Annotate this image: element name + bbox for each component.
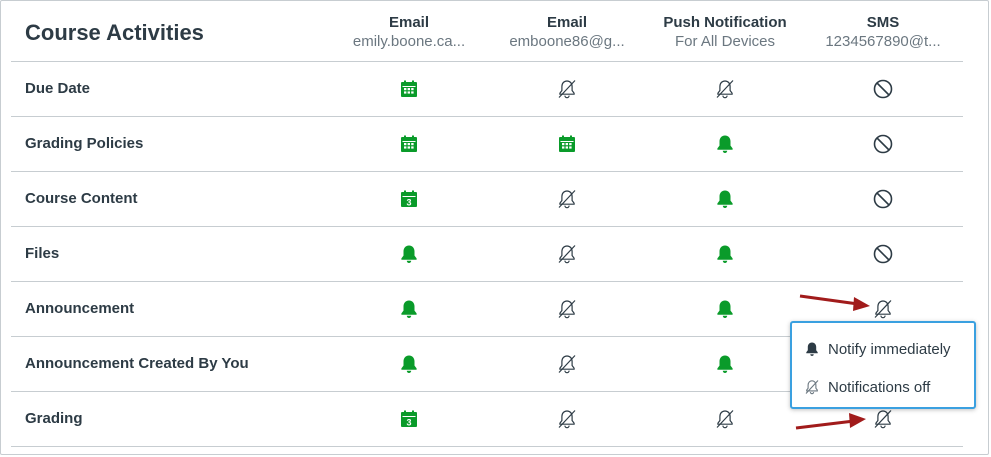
bell-icon[interactable] [713, 132, 737, 156]
column-header-email-1: Email emily.boone.ca... [339, 14, 479, 52]
activity-label: Grading Policies [25, 135, 144, 152]
bell-off-icon[interactable] [871, 407, 895, 431]
bell-off-icon[interactable] [713, 407, 737, 431]
column-title: SMS [866, 14, 900, 31]
calendar-weekly-icon[interactable] [397, 77, 421, 101]
row-divider [11, 61, 963, 62]
calendar-daily-icon[interactable]: 3 [397, 187, 421, 211]
bell-icon[interactable] [713, 187, 737, 211]
row-divider [11, 116, 963, 117]
menu-item-notifications-off[interactable]: Notifications off [804, 375, 930, 399]
column-title: Email [388, 14, 430, 31]
bell-off-icon[interactable] [555, 297, 579, 321]
bell-icon[interactable] [397, 242, 421, 266]
column-title: Push Notification [663, 14, 787, 31]
column-header-push: Push Notification For All Devices [655, 14, 795, 52]
calendar-weekly-icon[interactable] [397, 132, 421, 156]
row-divider [11, 226, 963, 227]
calendar-weekly-icon[interactable] [555, 132, 579, 156]
disabled-icon[interactable] [871, 242, 895, 266]
bell-off-icon[interactable] [555, 242, 579, 266]
bell-icon[interactable] [397, 352, 421, 376]
row-divider [11, 281, 963, 282]
menu-item-label: Notify immediately [828, 340, 951, 358]
bell-icon [804, 340, 822, 358]
menu-item-label: Notifications off [828, 378, 931, 396]
column-title: Email [546, 14, 588, 31]
bell-off-icon[interactable] [555, 352, 579, 376]
notification-frequency-menu: Notify immediately Notifications off [790, 321, 976, 409]
activity-label: Grading [25, 410, 83, 427]
bell-off-icon [804, 378, 822, 396]
page-title: Course Activities [25, 20, 204, 45]
activity-label: Files [25, 245, 60, 262]
disabled-icon[interactable] [871, 132, 895, 156]
column-subtitle: emboone86@g... [509, 33, 625, 50]
bell-icon[interactable] [713, 352, 737, 376]
column-subtitle: emily.boone.ca... [352, 33, 466, 50]
activity-label: Announcement Created By You [25, 355, 249, 372]
row-divider [11, 446, 963, 447]
annotation-arrow-icon [795, 413, 866, 430]
bell-off-icon[interactable] [555, 187, 579, 211]
column-subtitle: For All Devices [674, 33, 776, 50]
column-header-email-2: Email emboone86@g... [497, 14, 637, 52]
disabled-icon[interactable] [871, 77, 895, 101]
bell-off-icon[interactable] [713, 77, 737, 101]
activity-label: Due Date [25, 80, 91, 97]
menu-item-notify-immediately[interactable]: Notify immediately [804, 337, 951, 361]
column-subtitle: 1234567890@t... [825, 33, 941, 50]
disabled-icon[interactable] [871, 187, 895, 211]
bell-off-icon[interactable] [555, 77, 579, 101]
bell-icon[interactable] [713, 242, 737, 266]
bell-icon[interactable] [713, 297, 737, 321]
svg-text:3: 3 [406, 418, 411, 428]
annotation-arrow-icon [799, 294, 870, 311]
bell-off-icon[interactable] [555, 407, 579, 431]
calendar-daily-icon[interactable]: 3 [397, 407, 421, 431]
row-divider [11, 171, 963, 172]
svg-text:3: 3 [406, 198, 411, 208]
bell-icon[interactable] [397, 297, 421, 321]
activity-label: Course Content [25, 190, 138, 207]
column-header-sms: SMS 1234567890@t... [813, 14, 953, 52]
activity-label: Announcement [25, 300, 135, 317]
